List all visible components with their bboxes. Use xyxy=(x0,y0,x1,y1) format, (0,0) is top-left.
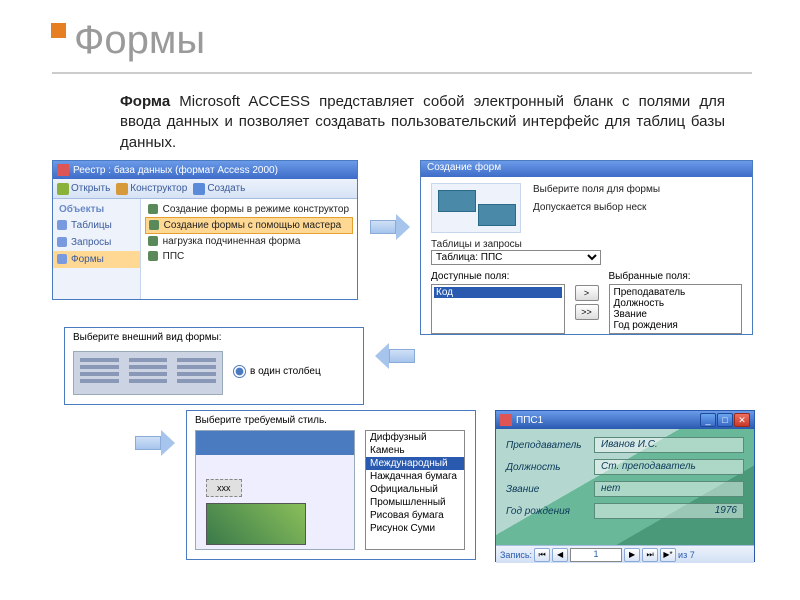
selected-label: Выбранные поля: xyxy=(609,271,743,282)
maximize-button[interactable]: □ xyxy=(717,413,733,427)
field-item[interactable]: Код xyxy=(434,287,562,298)
sidebar-header: Объекты xyxy=(53,202,140,217)
list-item[interactable]: нагрузка подчиненная форма xyxy=(145,234,353,249)
last-record-button[interactable]: ⏭ xyxy=(642,548,658,562)
single-column-radio[interactable]: в один столбец xyxy=(233,365,321,378)
objects-sidebar: Объекты Таблицы Запросы Формы xyxy=(53,199,141,299)
wizard-hint1: Выберите поля для формы xyxy=(533,183,742,197)
close-button[interactable]: ✕ xyxy=(734,413,750,427)
arrow-right-1 xyxy=(370,214,410,240)
new-record-button[interactable]: ▶* xyxy=(660,548,676,562)
field-value[interactable]: Иванов И.С. xyxy=(594,437,744,453)
style-preview: xxx xyxy=(195,430,355,550)
single-column-label: в один столбец xyxy=(250,366,321,377)
list-item[interactable]: Создание формы с помощью мастера xyxy=(145,217,353,234)
field-item[interactable]: Год рождения xyxy=(612,320,740,331)
style-item[interactable]: Рисовая бумага xyxy=(366,509,464,522)
style-step-window: Выберите требуемый стиль. xxx Диффузный … xyxy=(186,410,476,560)
wizard-titlebar: Создание форм xyxy=(421,161,752,177)
style-item[interactable]: Международный xyxy=(366,457,464,470)
db-window-title: Реестр : база данных (формат Access 2000… xyxy=(73,165,278,176)
minimize-button[interactable]: _ xyxy=(700,413,716,427)
sidebar-item-forms[interactable]: Формы xyxy=(53,251,140,268)
design-icon xyxy=(116,183,128,195)
open-button[interactable]: Открыть xyxy=(57,183,110,195)
accent-square xyxy=(51,23,66,38)
wizard-illustration xyxy=(431,183,521,233)
list-item[interactable]: Создание формы в режиме конструктор xyxy=(145,202,353,217)
db-window: Реестр : база данных (формат Access 2000… xyxy=(52,160,358,300)
field-label: Звание xyxy=(506,484,594,495)
tables-label: Таблицы и запросы xyxy=(431,239,742,250)
record-label: Запись: xyxy=(500,550,532,560)
table-select[interactable]: Таблица: ППС xyxy=(431,250,601,265)
title-underline xyxy=(52,72,752,74)
layout-step-window: Выберите внешний вид формы: в один столб… xyxy=(64,327,364,405)
wizard-hint2: Допускается выбор неск xyxy=(533,201,742,215)
style-item[interactable]: Промышленный xyxy=(366,496,464,509)
avail-fields-list[interactable]: Код xyxy=(431,284,565,334)
sidebar-item-queries[interactable]: Запросы xyxy=(53,234,140,251)
forms-list: Создание формы в режиме конструктор Созд… xyxy=(141,199,357,299)
field-label: Должность xyxy=(506,462,594,473)
field-item[interactable]: Должность xyxy=(612,298,740,309)
slide-title: Формы xyxy=(74,18,205,63)
list-item[interactable]: ППС xyxy=(145,249,353,264)
prev-record-button[interactable]: ◀ xyxy=(552,548,568,562)
body-rest: Microsoft ACCESS представляет собой элек… xyxy=(120,93,725,151)
body-text: Форма Microsoft ACCESS представляет собо… xyxy=(120,92,725,153)
preview-label: xxx xyxy=(206,479,242,497)
open-label: Открыть xyxy=(71,183,110,194)
open-icon xyxy=(57,183,69,195)
style-item[interactable]: Наждачная бумага xyxy=(366,470,464,483)
style-item[interactable]: Диффузный xyxy=(366,431,464,444)
next-record-button[interactable]: ▶ xyxy=(624,548,640,562)
style-item[interactable]: Рисунок Суми xyxy=(366,522,464,535)
record-total: из 7 xyxy=(678,550,695,560)
first-record-button[interactable]: ⏮ xyxy=(534,548,550,562)
design-label: Конструктор xyxy=(130,183,187,194)
db-window-titlebar: Реестр : база данных (формат Access 2000… xyxy=(53,161,357,179)
record-navigator: Запись: ⏮ ◀ 1 ▶ ⏭ ▶* из 7 xyxy=(496,545,754,563)
selected-fields-list[interactable]: Преподаватель Должность Звание Год рожде… xyxy=(609,284,743,334)
add-field-button[interactable]: > xyxy=(575,285,599,301)
pps-titlebar: ППС1 _ □ ✕ xyxy=(496,411,754,429)
single-column-radio-input[interactable] xyxy=(233,365,246,378)
field-label: Преподаватель xyxy=(506,440,594,451)
form-icon xyxy=(500,414,512,426)
create-icon xyxy=(193,183,205,195)
design-button[interactable]: Конструктор xyxy=(116,183,187,195)
form-wizard-window: Создание форм Выберите поля для формы До… xyxy=(420,160,753,335)
db-toolbar: Открыть Конструктор Создать xyxy=(53,179,357,199)
sidebar-item-tables[interactable]: Таблицы xyxy=(53,217,140,234)
create-button[interactable]: Создать xyxy=(193,183,245,195)
record-pos[interactable]: 1 xyxy=(570,548,622,562)
pps-form-window: ППС1 _ □ ✕ ПреподавательИванов И.С. Долж… xyxy=(495,410,755,562)
registry-icon xyxy=(57,164,69,176)
style-item[interactable]: Официальный xyxy=(366,483,464,496)
style-item[interactable]: Камень xyxy=(366,444,464,457)
form-body: ПреподавательИванов И.С. ДолжностьСт. пр… xyxy=(496,429,754,545)
create-label: Создать xyxy=(207,183,245,194)
field-item[interactable]: Преподаватель xyxy=(612,287,740,298)
field-value[interactable]: Ст. преподаватель xyxy=(594,459,744,475)
layout-prompt: Выберите внешний вид формы: xyxy=(73,332,355,343)
layout-preview xyxy=(73,351,223,395)
field-value[interactable]: нет xyxy=(594,481,744,497)
field-label: Год рождения xyxy=(506,506,594,517)
arrow-right-2 xyxy=(135,430,175,456)
add-all-button[interactable]: >> xyxy=(575,304,599,320)
field-item[interactable]: Звание xyxy=(612,309,740,320)
avail-label: Доступные поля: xyxy=(431,271,565,282)
arrow-left-1 xyxy=(375,343,415,369)
style-prompt: Выберите требуемый стиль. xyxy=(195,415,467,426)
field-value[interactable]: 1976 xyxy=(594,503,744,519)
pps-title: ППС1 xyxy=(516,415,543,426)
preview-thumb xyxy=(206,503,306,545)
body-strong: Форма xyxy=(120,93,170,110)
style-list[interactable]: Диффузный Камень Международный Наждачная… xyxy=(365,430,465,550)
